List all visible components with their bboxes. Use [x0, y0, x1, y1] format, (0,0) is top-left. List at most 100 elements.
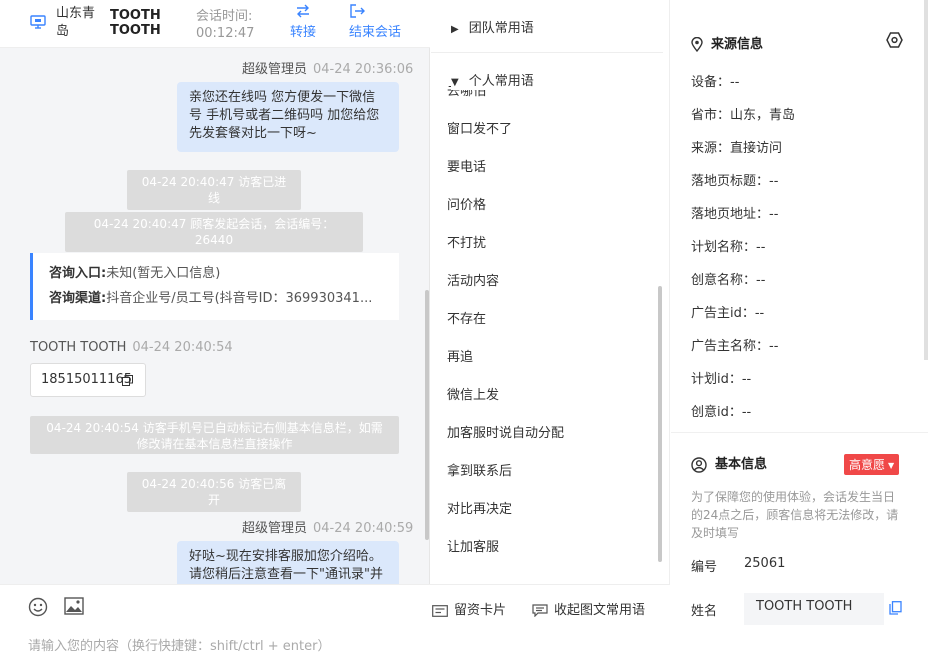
visitor-phone-message: 18515011165 [30, 363, 146, 397]
phrase-item[interactable]: 让加客服 [447, 536, 499, 555]
sender-name: TOOTH TOOTH [30, 340, 127, 355]
message-time: 04-24 20:40:54 [132, 340, 233, 355]
intent-label: 高意愿 [849, 458, 886, 472]
copy-icon[interactable] [122, 375, 133, 386]
info-creative-id: 创意id：-- [691, 405, 752, 420]
phrase-item[interactable]: 窗口发不了 [447, 118, 512, 137]
divider [671, 432, 928, 433]
source-info-label: 来源信息 [711, 37, 764, 52]
info-advertiser-name: 广告主名称：-- [691, 339, 779, 354]
phrase-item[interactable]: 不打扰 [447, 232, 486, 251]
sender-name: 超级管理员 [242, 521, 308, 536]
agent-message-bubble: 好哒~现在安排客服加您介绍哈。请您稍后注意查看一下"通讯录"并 [177, 541, 399, 584]
chat-panel: 山东青岛 TOOTH TOOTH 会话时间: 00:12:47 转接 结束会话 … [0, 0, 430, 654]
source-entry-label: 咨询入口: [49, 266, 107, 281]
id-label: 编号 [691, 560, 718, 575]
phrase-item[interactable]: 要电话 [447, 156, 486, 175]
caret-right-icon: ▶ [451, 24, 459, 35]
end-session-label: 结束会话 [349, 25, 402, 40]
phrase-item[interactable]: 活动内容 [447, 270, 499, 289]
message-time: 04-24 20:40:59 [313, 521, 414, 536]
phrases-panel: ▶ 团队常用语 去哪怕 窗口发不了 要电话 问价格 不打扰 活动内容 不存在 再追… [431, 0, 670, 584]
message-input[interactable]: 请输入您的内容（换行快捷键：shift/ctrl + enter） [28, 635, 331, 654]
sender-name: 超级管理员 [242, 62, 308, 77]
lead-card-label: 留资卡片 [454, 603, 507, 618]
card-icon [432, 604, 448, 617]
divider [431, 52, 663, 53]
location-pin-icon [691, 36, 703, 53]
info-landing-title: 落地页标题：-- [691, 174, 779, 189]
phrase-item[interactable]: 对比再决定 [447, 498, 512, 517]
phrase-item[interactable]: 问价格 [447, 194, 486, 213]
info-landing-url: 落地页地址：-- [691, 207, 779, 222]
end-session-button[interactable]: 结束会话 [349, 4, 401, 40]
caret-down-icon: ▼ [451, 77, 459, 88]
system-message: 04-24 20:40:47 访客已进线 [127, 170, 301, 210]
system-message: 04-24 20:40:56 访客已离开 [127, 472, 301, 512]
input-area: 留资卡片 收起图文常用语 请输入您的内容（换行快捷键：shift/ctrl + … [0, 584, 670, 654]
source-entry-value: 未知(暂无入口信息) [106, 266, 221, 281]
phrase-item[interactable]: 不存在 [447, 308, 486, 327]
exit-icon [350, 4, 365, 18]
info-creative-name: 创意名称：-- [691, 273, 766, 288]
info-plan-name: 计划名称：-- [691, 240, 766, 255]
agent-message-bubble: 亲您还在线吗 您方便发一下微信号 手机号或者二维码吗 加您给您先发套餐对比一下呀… [177, 82, 399, 152]
session-time-label: 会话时间: [196, 9, 253, 24]
phrases-scrollbar[interactable] [658, 286, 662, 562]
source-card: 咨询入口:未知(暂无入口信息) 咨询渠道:抖音企业号/员工号(抖音号ID：369… [30, 253, 399, 320]
personal-phrase-list: 去哪怕 窗口发不了 要电话 问价格 不打扰 活动内容 不存在 再追 微信上发 加… [431, 86, 670, 584]
session-time: 00:12:47 [196, 26, 255, 41]
system-message: 04-24 20:40:47 顾客发起会话，会话编号：26440 [65, 212, 363, 252]
phrase-item[interactable]: 拿到联系后 [447, 460, 512, 479]
info-origin: 来源：直接访问 [691, 141, 783, 156]
user-icon [691, 456, 707, 473]
info-panel: 来源信息 设备：-- 省市：山东，青岛 来源：直接访问 落地页标题：-- 落地页… [671, 0, 928, 654]
collapse-phrases-button[interactable]: 收起图文常用语 [532, 599, 645, 618]
source-channel-value: 抖音企业号/员工号(抖音号ID：369930341... [106, 291, 373, 306]
phrase-item[interactable]: 微信上发 [447, 384, 499, 403]
info-scrollbar[interactable] [924, 0, 928, 360]
info-plan-id: 计划id：-- [691, 372, 752, 387]
customer-name: TOOTH TOOTH [110, 8, 161, 38]
personal-phrases-toggle[interactable]: ▼ 个人常用语 [451, 70, 661, 90]
team-phrases-label: 团队常用语 [468, 21, 534, 36]
phrase-item[interactable]: 再追 [447, 346, 473, 365]
transfer-label: 转接 [290, 25, 317, 40]
transfer-button[interactable]: 转接 [290, 4, 316, 40]
message-list[interactable]: 超级管理员 04-24 20:36:06 亲您还在线吗 您方便发一下微信号 手机号… [0, 48, 430, 584]
collapse-phrases-label: 收起图文常用语 [554, 603, 646, 618]
personal-phrases-label: 个人常用语 [468, 74, 534, 89]
info-province: 省市：山东，青岛 [691, 108, 796, 123]
source-info-title: 来源信息 [691, 33, 764, 53]
name-label: 姓名 [691, 604, 718, 619]
message-meta: 超级管理员 04-24 20:40:59 [242, 517, 413, 536]
basic-info-title: 基本信息 [691, 453, 767, 473]
monitor-icon [30, 15, 46, 29]
image-icon[interactable] [64, 597, 84, 615]
source-channel-label: 咨询渠道: [49, 291, 107, 306]
customer-location: 山东青岛 [56, 6, 96, 39]
settings-icon[interactable] [886, 32, 903, 48]
system-message: 04-24 20:40:54 访客手机号已自动标记右侧基本信息栏，如需修改请在基… [30, 416, 399, 454]
basic-info-label: 基本信息 [715, 457, 768, 472]
transfer-icon [297, 4, 309, 18]
intent-dropdown[interactable]: 高意愿 ▼ [844, 454, 900, 475]
phone-number: 18515011165 [41, 372, 132, 387]
info-device: 设备：-- [691, 75, 740, 90]
chat-header: 山东青岛 TOOTH TOOTH 会话时间: 00:12:47 转接 结束会话 [0, 0, 430, 48]
message-meta: TOOTH TOOTH 04-24 20:40:54 [30, 340, 233, 355]
caret-down-icon: ▼ [888, 461, 895, 470]
id-value: 25061 [744, 556, 786, 571]
name-input[interactable]: TOOTH TOOTH [744, 593, 884, 625]
message-meta: 超级管理员 04-24 20:36:06 [242, 58, 413, 77]
team-phrases-toggle[interactable]: ▶ 团队常用语 [451, 17, 534, 36]
emoji-icon[interactable] [28, 597, 48, 617]
phrase-item[interactable]: 加客服时说自动分配 [447, 422, 564, 441]
edit-notice: 为了保障您的使用体验，会话发生当日的24点之后，顾客信息将无法修改，请及时填写 [691, 490, 899, 540]
chat-scrollbar[interactable] [425, 290, 429, 540]
message-time: 04-24 20:36:06 [313, 62, 414, 77]
message-icon [532, 604, 548, 618]
lead-card-button[interactable]: 留资卡片 [432, 599, 506, 618]
info-advertiser-id: 广告主id：-- [691, 306, 765, 321]
copy-icon[interactable] [889, 601, 902, 615]
